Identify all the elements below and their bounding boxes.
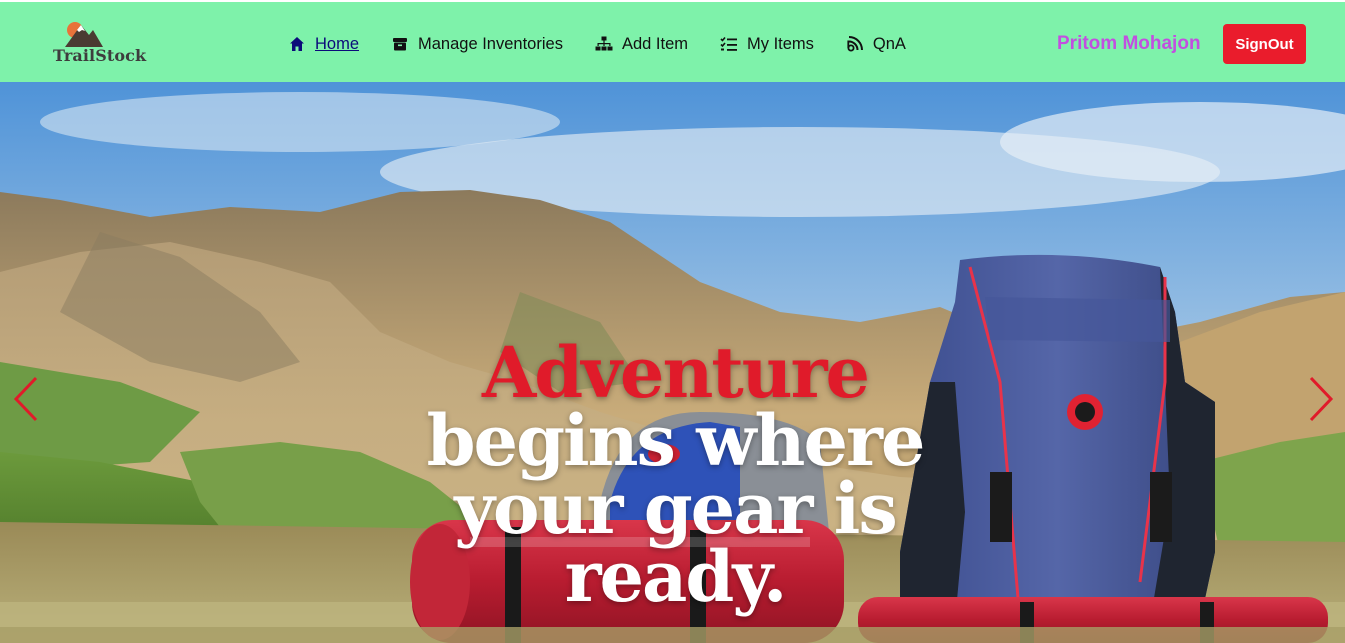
- home-icon: [288, 35, 306, 53]
- nav-item-home[interactable]: Home: [288, 35, 359, 54]
- user-name: Pritom Mohajon: [1057, 33, 1201, 54]
- nav-item-qna[interactable]: QnA: [846, 35, 906, 54]
- nav-item-add-item[interactable]: Add Item: [595, 35, 688, 54]
- hero-carousel: Adventure begins where your gear is read…: [0, 82, 1345, 643]
- blog-feed-icon: [846, 35, 864, 53]
- archive-box-icon: [391, 35, 409, 53]
- carousel-next-button[interactable]: [1305, 374, 1339, 424]
- chevron-right-icon: [1309, 376, 1334, 422]
- chevron-left-icon: [13, 376, 38, 422]
- hero-headline: Adventure begins where your gear is read…: [355, 337, 995, 611]
- mountain-logo-icon: [65, 22, 103, 47]
- nav-item-label: Manage Inventories: [418, 34, 563, 53]
- nav-item-label: Add Item: [621, 34, 688, 53]
- main-nav: Home Manage Inventories Add Item My Item…: [288, 32, 938, 56]
- nav-item-manage-inventories[interactable]: Manage Inventories: [391, 35, 563, 54]
- carousel-prev-button[interactable]: [8, 374, 42, 424]
- top-navbar: TrailStock Home Manage Inventories Add I…: [0, 0, 1345, 82]
- brand-logo[interactable]: TrailStock: [53, 20, 147, 68]
- hero-headline-rest: begins where your gear is ready.: [426, 398, 926, 618]
- nav-item-label: QnA: [872, 34, 906, 53]
- nav-item-label: Home: [315, 34, 360, 53]
- sitemap-icon: [595, 35, 613, 53]
- signout-button[interactable]: SignOut: [1223, 24, 1306, 64]
- nav-item-my-items[interactable]: My Items: [720, 35, 814, 54]
- nav-item-label: My Items: [747, 34, 814, 53]
- checklist-icon: [720, 35, 738, 53]
- page: TrailStock Home Manage Inventories Add I…: [0, 0, 1345, 643]
- brand-name: TrailStock: [53, 46, 147, 65]
